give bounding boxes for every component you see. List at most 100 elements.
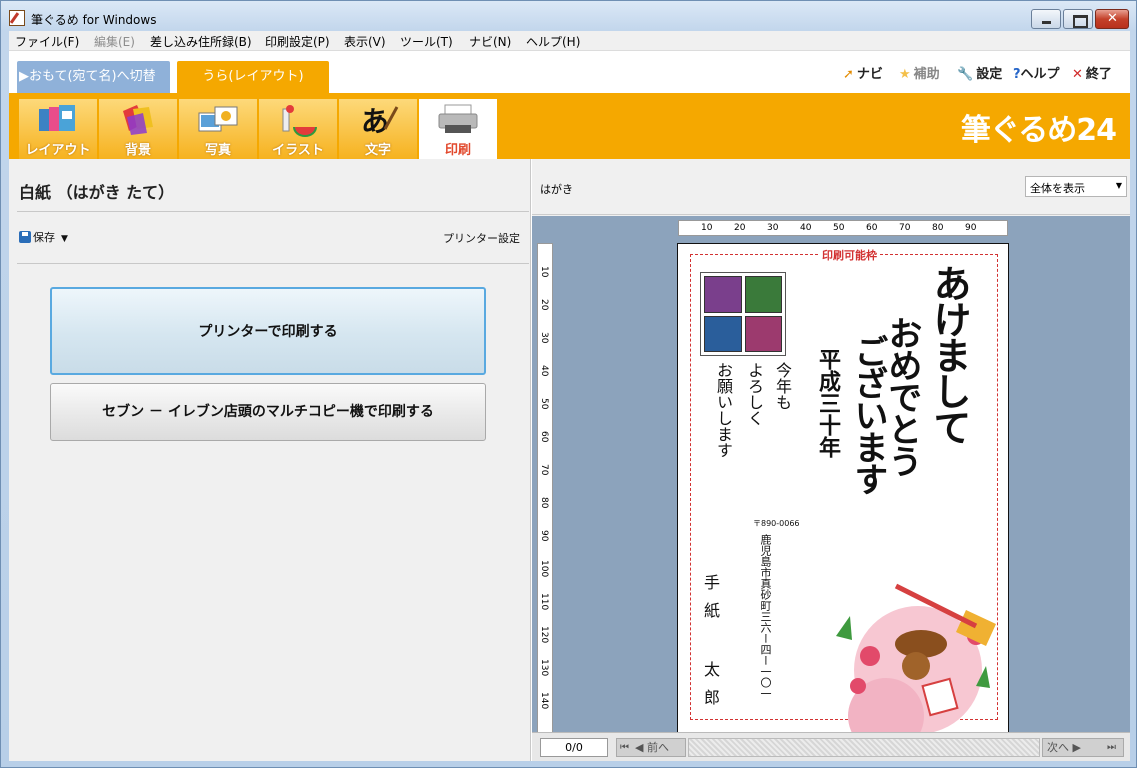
tab-omote[interactable]: ▶おもて(宛て名)へ切替 [17, 61, 170, 93]
menu-view[interactable]: 表示(V) [344, 33, 386, 50]
paper-type-label: はがき [540, 183, 573, 196]
menu-print-settings[interactable]: 印刷設定(P) [265, 33, 330, 50]
background-icon [123, 105, 153, 135]
ruler-h-label: 90 [965, 223, 977, 233]
tool-layout[interactable]: レイアウト [19, 99, 97, 159]
ruler-v-label: 60 [539, 431, 549, 443]
hojo-button[interactable]: ★ 補助 [899, 63, 940, 82]
menu-file[interactable]: ファイル(F) [15, 33, 79, 50]
print-panel: 白紙 （はがき たて） 保存 ▼ プリンター設定 プリンターで印刷する セブン －… [9, 159, 531, 761]
tool-illustration[interactable]: イラスト [259, 99, 337, 159]
first-page-icon[interactable]: ⏮ [620, 739, 629, 756]
navi-arrow-icon: ➚ [843, 67, 854, 82]
ruler-v-label: 120 [539, 626, 549, 644]
menu-tools[interactable]: ツール(T) [400, 33, 453, 50]
svg-text:あ: あ [361, 105, 389, 137]
ruler-h-label: 40 [800, 223, 812, 233]
save-button[interactable]: 保存 ▼ [19, 229, 68, 245]
help-button[interactable]: ?ヘルプ [1013, 63, 1060, 82]
layout-icon [39, 105, 75, 131]
print-with-printer-button[interactable]: プリンターで印刷する [50, 287, 486, 375]
ruler-h-label: 30 [767, 223, 779, 233]
chevron-down-icon: ▼ [1115, 181, 1122, 190]
illustration-icon [282, 105, 317, 137]
menu-bar: ファイル(F) 編集(E) 差し込み住所録(B) 印刷設定(P) 表示(V) ツ… [9, 31, 1130, 51]
tool-photo[interactable]: 写真 [179, 99, 257, 159]
seven-eleven-print-button[interactable]: セブン － イレブン店頭のマルチコピー機で印刷する [50, 383, 486, 441]
close-x-icon: ✕ [1072, 67, 1083, 82]
printable-area-label: 印刷可能枠 [820, 247, 879, 263]
zodiac-stamp-grid [700, 272, 786, 356]
sender-name: 手紙 太郎 [701, 574, 720, 717]
side-tabs: ▶おもて(宛て名)へ切替 うら(レイアウト) ➚ ナビ ★ 補助 🔧 設定 ?ヘルプ … [9, 51, 1130, 93]
tool-text[interactable]: あ 文字 [339, 99, 417, 159]
minimize-button[interactable] [1031, 9, 1061, 29]
main-toolbar: レイアウト 背景 写真 イラスト あ 文字 印刷 筆ぐるめ24 [9, 93, 1130, 159]
tool-print[interactable]: 印刷 [419, 99, 497, 159]
menu-edit[interactable]: 編集(E) [94, 33, 135, 50]
chevron-down-icon: ▼ [61, 234, 68, 244]
close-button[interactable] [1095, 9, 1129, 29]
dog-stamp-icon [704, 315, 742, 352]
tool-background-label: 背景 [124, 143, 151, 158]
chevron-right-icon: ▶ [1072, 741, 1081, 754]
era-year: 平成三十年 [815, 348, 841, 458]
preview-header: はがき 全体を表示 ▼ [532, 159, 1130, 215]
tool-photo-label: 写真 [204, 143, 231, 158]
ruler-v-label: 10 [539, 266, 549, 278]
tool-text-label: 文字 [364, 143, 391, 158]
zoom-select[interactable]: 全体を表示 ▼ [1025, 176, 1127, 197]
navi-button[interactable]: ➚ ナビ [843, 63, 883, 82]
last-page-icon[interactable]: ⏭ [1107, 739, 1116, 756]
menu-help[interactable]: ヘルプ(H) [526, 33, 580, 50]
postcard-preview[interactable]: 印刷可能枠 あけまして おめでとう ございます 平成三十年 今年も よろしく お… [677, 243, 1009, 733]
question-icon: ? [1013, 67, 1021, 82]
divider [17, 263, 529, 264]
message-line-3: お願いします [714, 362, 733, 458]
horizontal-ruler: 10 20 30 40 50 60 70 80 90 [678, 220, 1008, 236]
chevron-left-icon: ◀ [635, 741, 644, 754]
greeting-line-1: あけまして [927, 264, 972, 444]
star-icon: ★ [899, 67, 911, 82]
app-icon [9, 10, 25, 26]
ruler-h-label: 10 [701, 223, 713, 233]
greeting-line-3: ございます [848, 334, 888, 494]
sender-address: 鹿児島市真砂町三六ー四ー一〇一 [759, 534, 772, 699]
next-page-group: 次へ ▶ ⏭ [1042, 738, 1124, 757]
ruler-v-label: 130 [539, 659, 549, 677]
exit-label: 終了 [1085, 67, 1112, 82]
ruler-h-label: 70 [899, 223, 911, 233]
preview-area[interactable]: 10 20 30 40 50 60 70 80 90 10 20 30 40 5… [532, 216, 1130, 733]
divider [17, 211, 529, 212]
ruler-v-label: 140 [539, 692, 549, 710]
feather-stamp-icon [704, 276, 742, 313]
next-label: 次へ [1047, 741, 1069, 754]
page-title: 白紙 （はがき たて） [19, 183, 175, 202]
settings-button[interactable]: 🔧 設定 [957, 63, 1002, 82]
app-window: 筆ぐるめ for Windows ファイル(F) 編集(E) 差し込み住所録(B… [0, 0, 1137, 768]
next-page-button[interactable]: 次へ ▶ [1047, 739, 1081, 756]
ruler-v-label: 70 [539, 464, 549, 476]
postal-code: 〒890-0066 [753, 519, 800, 528]
page-scroll-track[interactable] [688, 738, 1040, 757]
exit-button[interactable]: ✕ 終了 [1072, 63, 1112, 82]
title-bar[interactable]: 筆ぐるめ for Windows [1, 1, 1136, 31]
save-label: 保存 [33, 231, 55, 244]
ruler-v-label: 100 [539, 560, 549, 578]
printer-settings-button[interactable]: プリンター設定 [443, 230, 520, 246]
settings-label: 設定 [976, 67, 1003, 82]
menu-address-merge[interactable]: 差し込み住所録(B) [150, 33, 252, 50]
printer-icon [438, 104, 478, 133]
prev-page-group: ⏮ ◀ 前へ [616, 738, 686, 757]
ruler-h-label: 50 [833, 223, 845, 233]
tool-background[interactable]: 背景 [99, 99, 177, 159]
hojo-label: 補助 [913, 67, 940, 82]
tool-print-label: 印刷 [444, 143, 471, 158]
maximize-button[interactable] [1063, 9, 1093, 29]
photo-icon [198, 106, 238, 132]
tab-ura[interactable]: うら(レイアウト) [177, 61, 329, 93]
floppy-disk-icon [19, 231, 31, 243]
menu-navi[interactable]: ナビ(N) [469, 33, 511, 50]
fish-stamp-icon [744, 315, 782, 352]
prev-page-button[interactable]: ◀ 前へ [635, 739, 669, 756]
